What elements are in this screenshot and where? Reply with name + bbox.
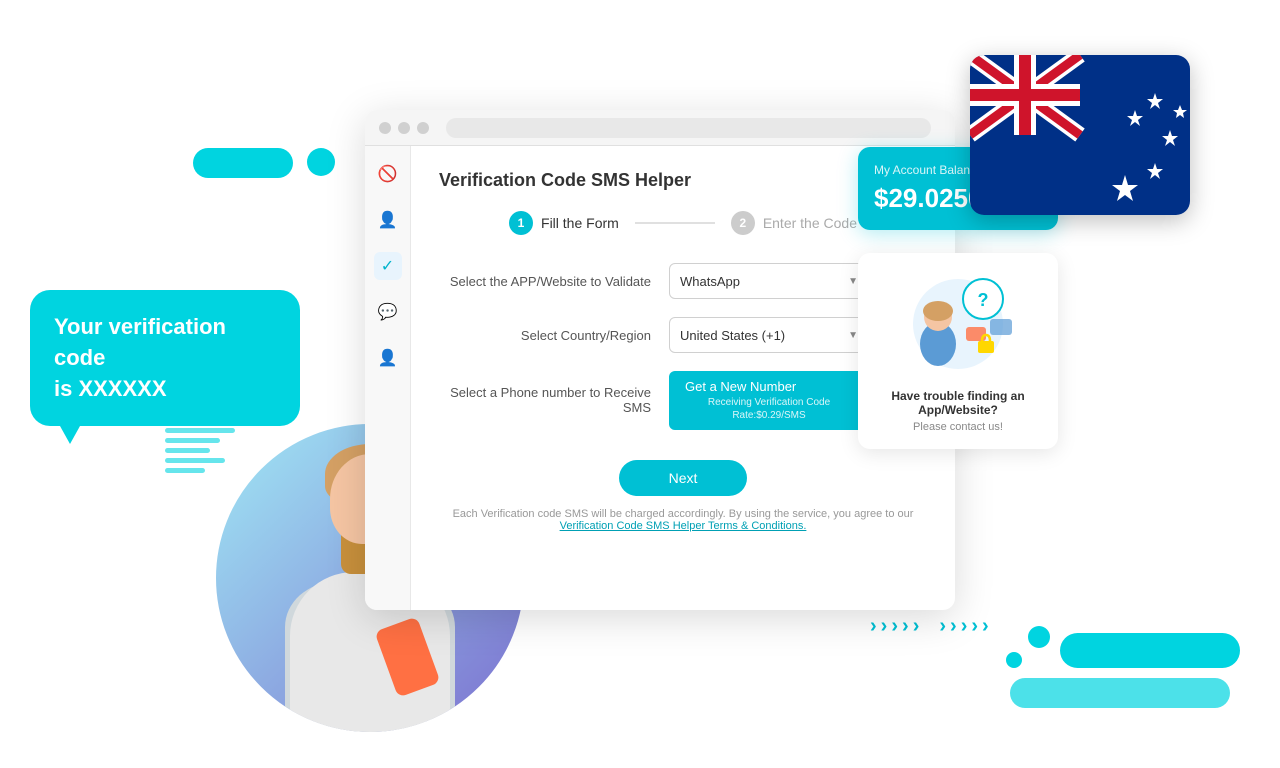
traffic-dot-green bbox=[417, 122, 429, 134]
decor-shape-br bbox=[1060, 633, 1240, 668]
form-label-app: Select the APP/Website to Validate bbox=[439, 274, 669, 289]
help-panel: ? Have trouble finding an App/Website? P… bbox=[858, 253, 1058, 449]
get-number-sublabel: Receiving Verification Code Rate:$0.29/S… bbox=[685, 396, 853, 422]
step-divider bbox=[635, 222, 715, 224]
sidebar-icon-check[interactable]: ✓ bbox=[374, 252, 402, 280]
form-row-app: Select the APP/Website to Validate Whats… bbox=[439, 263, 927, 299]
form-label-phone: Select a Phone number to Receive SMS bbox=[439, 385, 669, 415]
steps-bar: 1 Fill the Form 2 Enter the Code bbox=[439, 211, 927, 235]
chevron-6: › bbox=[939, 615, 946, 638]
form-row-phone: Select a Phone number to Receive SMS Get… bbox=[439, 371, 927, 430]
chevron-2: › bbox=[881, 615, 888, 638]
chevron-7: › bbox=[950, 615, 957, 638]
traffic-dot-red bbox=[379, 122, 391, 134]
page-title: Verification Code SMS Helper bbox=[439, 170, 927, 191]
decor-shape-br2 bbox=[1010, 678, 1230, 708]
next-button[interactable]: Next bbox=[619, 460, 748, 496]
chevron-5: › bbox=[913, 615, 920, 638]
help-subtitle: Please contact us! bbox=[874, 421, 1042, 433]
sidebar-icon-message[interactable]: 💬 bbox=[374, 298, 402, 326]
speech-line1: Your verification code bbox=[54, 314, 226, 370]
step-2-label: Enter the Code bbox=[763, 215, 857, 231]
dropdown-app[interactable]: WhatsApp ▼ bbox=[669, 263, 869, 299]
decor-circle bbox=[307, 148, 335, 176]
decor-pill bbox=[193, 148, 293, 178]
sidebar: 🚫 👤 ✓ 💬 👤 bbox=[365, 146, 411, 610]
help-title: Have trouble finding an App/Website? bbox=[874, 389, 1042, 417]
get-number-label: Get a New Number bbox=[685, 379, 796, 396]
flag-svg bbox=[970, 55, 1190, 215]
next-button-label: Next bbox=[669, 470, 698, 486]
help-svg: ? bbox=[878, 269, 1038, 379]
form-label-country: Select Country/Region bbox=[439, 328, 669, 343]
terms-link[interactable]: Verification Code SMS Helper Terms & Con… bbox=[560, 520, 807, 532]
step-1-circle: 1 bbox=[509, 211, 533, 235]
chevron-1: › bbox=[870, 615, 877, 638]
chevron-4: › bbox=[902, 615, 909, 638]
traffic-dot-yellow bbox=[398, 122, 410, 134]
get-number-button[interactable]: Get a New Number Receiving Verification … bbox=[669, 371, 869, 430]
form-row-country: Select Country/Region United States (+1)… bbox=[439, 317, 927, 353]
sidebar-icon-profile[interactable]: 👤 bbox=[374, 344, 402, 372]
chevron-8: › bbox=[961, 615, 968, 638]
dropdown-country-value: United States (+1) bbox=[680, 328, 785, 343]
svg-text:?: ? bbox=[978, 290, 989, 310]
url-bar bbox=[446, 118, 931, 138]
dropdown-country[interactable]: United States (+1) ▼ bbox=[669, 317, 869, 353]
chevron-3: › bbox=[891, 615, 898, 638]
step-2: 2 Enter the Code bbox=[731, 211, 857, 235]
terms-prefix: Each Verification code SMS will be charg… bbox=[453, 508, 914, 520]
step-1-label: Fill the Form bbox=[541, 215, 619, 231]
terms-text: Each Verification code SMS will be charg… bbox=[439, 508, 927, 532]
speech-bubble: Your verification code is XXXXXX bbox=[30, 290, 300, 426]
sidebar-icon-block[interactable]: 🚫 bbox=[374, 160, 402, 188]
decor-dot-br1 bbox=[1028, 626, 1050, 648]
help-illustration: ? bbox=[874, 269, 1042, 379]
chevron-9: › bbox=[971, 615, 978, 638]
chevron-10: › bbox=[982, 615, 989, 638]
chevrons-row: › › › › › › › › › › bbox=[870, 615, 989, 638]
next-button-wrapper: Next bbox=[439, 460, 927, 496]
step-2-circle: 2 bbox=[731, 211, 755, 235]
dropdown-app-value: WhatsApp bbox=[680, 274, 740, 289]
decor-dot-br2 bbox=[1006, 652, 1022, 668]
speech-line2: is XXXXXX bbox=[54, 376, 167, 401]
dropdown-country-arrow: ▼ bbox=[848, 330, 858, 341]
australia-flag bbox=[970, 55, 1190, 215]
browser-titlebar bbox=[365, 110, 955, 146]
dropdown-app-arrow: ▼ bbox=[848, 276, 858, 287]
sidebar-icon-account[interactable]: 👤 bbox=[374, 206, 402, 234]
step-1: 1 Fill the Form bbox=[509, 211, 619, 235]
